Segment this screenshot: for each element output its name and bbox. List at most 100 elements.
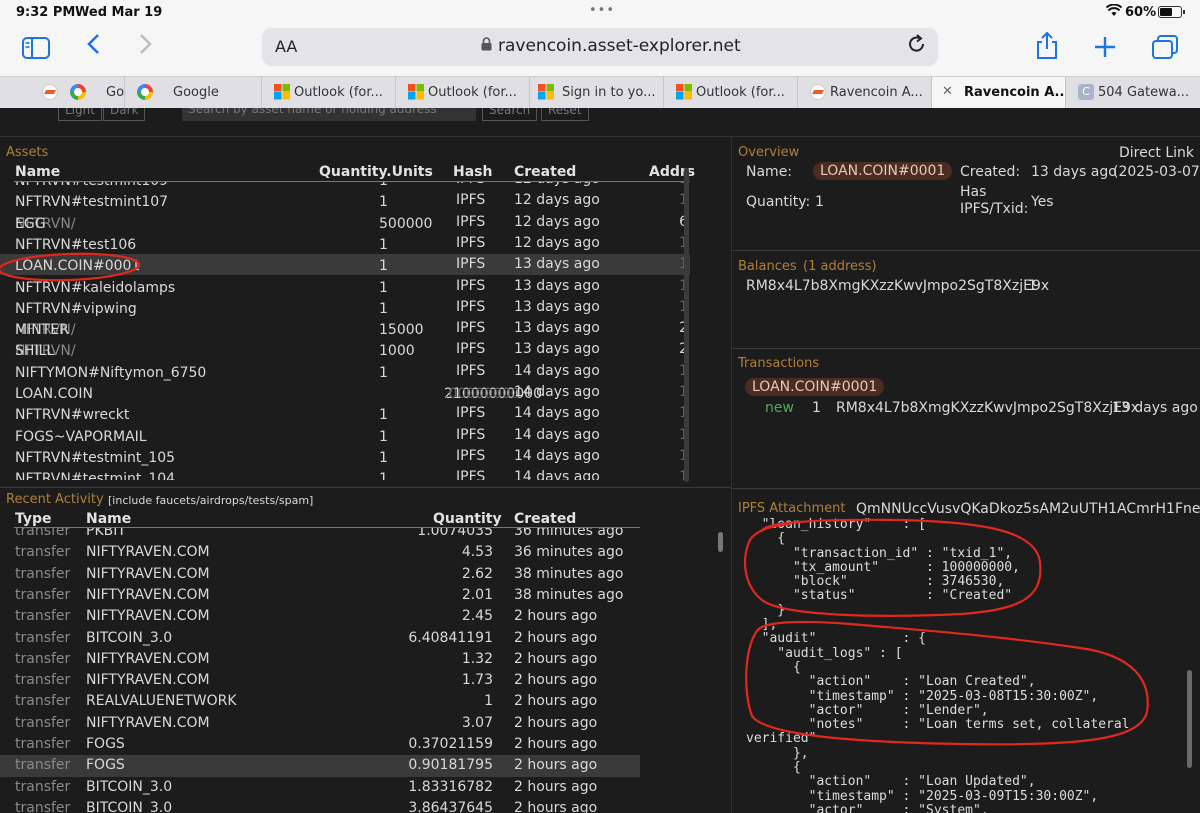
asset-row[interactable]: NFTRVN/EGG500000IPFS12 days ago6	[0, 212, 690, 233]
new-tab-icon[interactable]	[1094, 33, 1116, 67]
activity-row[interactable]: transfer FOGS 0.90181795 2 hours ago	[0, 755, 640, 777]
dark-button[interactable]: Dark	[103, 108, 146, 121]
address-bar[interactable]: AA ravencoin.asset-explorer.net	[262, 28, 938, 66]
ipfs-scrollbar[interactable]	[1187, 670, 1192, 768]
text-size-button[interactable]: AA	[275, 37, 297, 56]
col-name[interactable]: Name	[15, 164, 60, 180]
forward-icon[interactable]	[139, 30, 153, 64]
activity-name[interactable]: BITCOIN_3.0	[86, 800, 172, 813]
tab-504[interactable]: C 504 Gatewa...	[1066, 77, 1200, 109]
asset-row[interactable]: LOAN.COIN#00011IPFS13 days ago1	[0, 254, 690, 276]
asset-name[interactable]: NFTRVN#testmint107	[15, 194, 168, 210]
reset-button[interactable]: Reset	[541, 108, 589, 121]
share-icon[interactable]	[1036, 31, 1058, 66]
activity-row[interactable]: transfer NIFTYRAVEN.COM 2.01 38 minutes ago	[0, 585, 640, 606]
light-button[interactable]: Light	[58, 108, 102, 121]
activity-name[interactable]: BITCOIN_3.0	[86, 779, 172, 795]
search-button[interactable]: Search	[482, 108, 538, 121]
asset-name[interactable]: NFTRVN#vipwing	[15, 301, 137, 317]
col-activity-created[interactable]: Created	[514, 511, 576, 527]
activity-row[interactable]: transfer BITCOIN_3.0 6.40841191 2 hours ago	[0, 628, 640, 649]
col-created[interactable]: Created	[514, 164, 576, 180]
activity-name[interactable]: NIFTYRAVEN.COM	[86, 544, 210, 560]
activity-name[interactable]: FOGS	[86, 736, 125, 752]
close-tab-icon[interactable]: ✕	[942, 84, 953, 99]
asset-name[interactable]: NIFTYMON#Niftymon_6750	[15, 365, 206, 381]
direct-link[interactable]: Direct Link	[1119, 145, 1194, 161]
activity-scrollbar[interactable]	[718, 532, 723, 552]
tab-overview-icon[interactable]	[1152, 34, 1178, 68]
activity-name[interactable]: FOGS	[86, 757, 125, 773]
asset-row[interactable]: NFTRVN#testmint_1041IPFS14 days ago1	[0, 467, 690, 480]
ipfs-hash[interactable]: QmNNUccVusvQKaDkoz5sAM2uUTH1ACmrH1Fneg8U…	[856, 501, 1200, 517]
activity-name[interactable]: NIFTYRAVEN.COM	[86, 608, 210, 624]
asset-name[interactable]: MINTER	[15, 322, 69, 338]
balance-address[interactable]: RM8x4L7b8XmgKXzzKwvJmpo2SgT8XzjE9x	[746, 278, 1049, 294]
activity-row[interactable]: transfer REALVALUENETWORK 1 2 hours ago	[0, 691, 640, 712]
asset-name[interactable]: SHILL	[15, 343, 54, 359]
asset-name[interactable]: LOAN.COIN	[15, 386, 93, 402]
asset-row[interactable]: NFTRVN#testmint_1051IPFS14 days ago1	[0, 446, 690, 467]
activity-name[interactable]: BITCOIN_3.0	[86, 630, 172, 646]
asset-name[interactable]: NFTRVN#test106	[15, 237, 136, 253]
activity-row[interactable]: transfer NIFTYRAVEN.COM 4.53 36 minutes ago	[0, 542, 640, 563]
activity-row[interactable]: transfer NIFTYRAVEN.COM 1.32 2 hours ago	[0, 649, 640, 670]
asset-row[interactable]: NFTRVN#kaleidolamps1IPFS13 days ago1	[0, 276, 690, 297]
col-activity-name[interactable]: Name	[86, 511, 131, 527]
transaction-asset-badge[interactable]: LOAN.COIN#0001	[745, 378, 885, 396]
url-text[interactable]: ravencoin.asset-explorer.net	[498, 36, 741, 56]
col-activity-quantity[interactable]: Quantity	[433, 511, 502, 527]
tab-google-2[interactable]: Google	[125, 77, 262, 109]
asset-row[interactable]: NFTRVN#wreckt1IPFS14 days ago1	[0, 403, 690, 424]
asset-row[interactable]: NFTRVN#test1061IPFS12 days ago1	[0, 233, 690, 254]
asset-name[interactable]: NFTRVN#testmint_105	[15, 450, 175, 466]
activity-row[interactable]: transfer NIFTYRAVEN.COM 3.07 2 hours ago	[0, 713, 640, 734]
reload-icon[interactable]	[907, 33, 927, 60]
activity-row[interactable]: transfer BITCOIN_3.0 3.86437645 2 hours ago	[0, 798, 640, 813]
activity-row[interactable]: transfer BITCOIN_3.0 1.83316782 2 hours ago	[0, 777, 640, 798]
sidebar-toggle-icon[interactable]	[22, 34, 50, 68]
tab-google-1[interactable]: Goo	[28, 77, 125, 109]
col-type[interactable]: Type	[15, 511, 52, 527]
multitask-dots-icon[interactable]: •••	[589, 3, 615, 18]
activity-row[interactable]: transfer NIFTYRAVEN.COM 2.62 38 minutes ago	[0, 564, 640, 585]
activity-row[interactable]: transfer PKBIT 1.0074035 36 minutes ago	[0, 528, 640, 542]
tab-ravencoin-1[interactable]: Ravencoin A...	[798, 77, 932, 109]
asset-name[interactable]: EGG	[15, 216, 46, 232]
asset-name[interactable]: NFTRVN#testmint_104	[15, 471, 175, 480]
activity-name[interactable]: NIFTYRAVEN.COM	[86, 566, 210, 582]
asset-name[interactable]: NFTRVN#wreckt	[15, 407, 129, 423]
activity-row[interactable]: transfer FOGS 0.37021159 2 hours ago	[0, 734, 640, 755]
asset-row[interactable]: LOAN.COIN 21000000000.00000000 14 days ago…	[0, 382, 690, 403]
col-hash[interactable]: Hash	[453, 164, 492, 180]
asset-row[interactable]: NFTRVN/SHILL1000IPFS13 days ago2	[0, 339, 690, 360]
activity-name[interactable]: NIFTYRAVEN.COM	[86, 587, 210, 603]
activity-filter-link[interactable]: [include faucets/airdrops/tests/spam]	[108, 494, 313, 507]
tab-signin[interactable]: Sign in to yo...	[530, 77, 664, 109]
asset-row[interactable]: NFTRVN/MINTER15000IPFS13 days ago2	[0, 318, 690, 339]
asset-name[interactable]: LOAN.COIN#0001	[15, 258, 140, 274]
activity-name[interactable]: NIFTYRAVEN.COM	[86, 651, 210, 667]
asset-row[interactable]: FOGS~VAPORMAIL1IPFS14 days ago1	[0, 425, 690, 446]
asset-row[interactable]: NFTRVN#vipwing1IPFS13 days ago1	[0, 297, 690, 318]
activity-name[interactable]: NIFTYRAVEN.COM	[86, 672, 210, 688]
search-input[interactable]: Search by asset name or holding address	[182, 108, 476, 121]
asset-name[interactable]: NFTRVN#testmint109	[15, 182, 168, 189]
asset-name[interactable]: NFTRVN#kaleidolamps	[15, 280, 175, 296]
activity-name[interactable]: PKBIT	[86, 528, 126, 539]
tab-outlook-1[interactable]: Outlook (for...	[262, 77, 396, 109]
tab-outlook-3[interactable]: Outlook (for...	[664, 77, 798, 109]
asset-name[interactable]: FOGS~VAPORMAIL	[15, 429, 147, 445]
asset-row[interactable]: NFTRVN#testmint1071IPFS12 days ago1	[0, 190, 690, 211]
asset-row[interactable]: NFTRVN#testmint1091IPFS12 days ago1	[0, 182, 690, 190]
activity-name[interactable]: NIFTYRAVEN.COM	[86, 715, 210, 731]
col-quantity[interactable]: Quantity.Units	[319, 164, 433, 180]
activity-name[interactable]: REALVALUENETWORK	[86, 693, 237, 709]
transaction-address[interactable]: RM8x4L7b8XmgKXzzKwvJmpo2SgT8XzjE9x	[836, 400, 1139, 416]
tab-ravencoin-active[interactable]: ✕ Ravencoin A...	[932, 77, 1066, 109]
back-icon[interactable]	[86, 30, 100, 64]
activity-row[interactable]: transfer NIFTYRAVEN.COM 1.73 2 hours ago	[0, 670, 640, 691]
activity-row[interactable]: transfer NIFTYRAVEN.COM 2.45 2 hours ago	[0, 606, 640, 627]
assets-scrollbar[interactable]	[684, 168, 689, 482]
tab-outlook-2[interactable]: Outlook (for...	[396, 77, 530, 109]
